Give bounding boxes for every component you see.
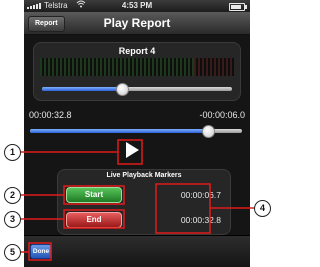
nav-bar: Report Play Report xyxy=(24,12,250,35)
playback-markers-panel: Live Playback Markers Start End 00:00:06… xyxy=(57,169,231,235)
player-content: Report 4 00:00:32.8 -00:00:06.0 Live Pla… xyxy=(24,35,250,235)
start-marker-button[interactable]: Start xyxy=(66,187,122,203)
markers-title: Live Playback Markers xyxy=(106,172,182,179)
battery-icon xyxy=(229,3,247,11)
level-slider[interactable] xyxy=(42,83,232,96)
remaining-time: -00:00:06.0 xyxy=(199,110,245,120)
level-slider-fill xyxy=(42,87,122,91)
end-marker-button[interactable]: End xyxy=(66,212,122,228)
play-button[interactable] xyxy=(123,142,141,158)
start-marker-time: 00:00:06.7 xyxy=(180,190,221,200)
callout-4: 4 xyxy=(254,200,271,217)
phone-screen: Telstra 4:53 PM Report Play Report Repor… xyxy=(24,0,250,267)
playback-slider[interactable] xyxy=(30,125,242,138)
done-button[interactable]: Done xyxy=(30,244,52,259)
bottom-toolbar: Done xyxy=(24,236,250,267)
playback-slider-thumb[interactable] xyxy=(202,125,216,138)
callout-2: 2 xyxy=(4,187,21,204)
elapsed-time: 00:00:32.8 xyxy=(29,110,72,120)
level-slider-thumb[interactable] xyxy=(115,83,129,96)
page-title: Play Report xyxy=(103,16,171,30)
callout-5: 5 xyxy=(4,244,21,261)
end-marker-time: 00:00:32.8 xyxy=(180,215,221,225)
play-icon xyxy=(126,142,139,158)
playback-slider-fill xyxy=(30,129,209,133)
level-meter xyxy=(40,58,234,76)
recording-title: Report 4 xyxy=(118,46,156,56)
recording-panel: Report 4 xyxy=(33,42,241,101)
status-time: 4:53 PM xyxy=(121,1,153,10)
callout-1: 1 xyxy=(4,144,21,161)
status-bar: Telstra 4:53 PM xyxy=(24,0,250,12)
callout-3: 3 xyxy=(4,211,21,228)
